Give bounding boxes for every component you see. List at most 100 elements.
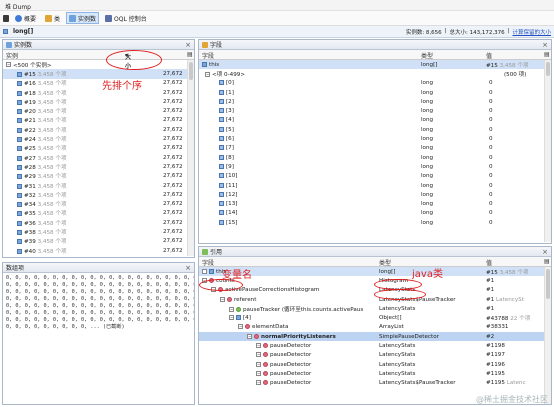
instance-row[interactable]: #202 3,458 个项27,672 [3,255,194,256]
field-row[interactable]: [12] long 0 [199,190,551,199]
field-row-this[interactable]: this long[] #15 3,458 个项 [199,60,551,70]
field-row[interactable]: [14] long 0 [199,209,551,218]
expand-icon[interactable]: − [256,361,261,367]
long-icon [219,89,224,95]
instance-row[interactable]: #24 3,458 个项 27,672 [3,134,194,143]
instance-row[interactable]: #39 3,458 个项 27,672 [3,237,194,246]
scroll-thumb[interactable] [546,62,550,76]
column-chooser-icon[interactable]: ▤ [544,258,550,265]
field-row[interactable]: [5] long 0 [199,125,551,134]
field-row[interactable]: [1] long 0 [199,88,551,97]
instance-row[interactable]: #15 3,458 个项 27,672 [3,69,194,79]
ref-kind-icon [236,315,241,321]
close-icon[interactable]: × [542,248,548,256]
reference-row[interactable]: − pauseDetector LatencyStats$PauseTracker #… [199,379,551,388]
expand-icon[interactable]: − [238,324,243,330]
compute-retained-link[interactable]: 计算保留的大小 [512,28,551,36]
instance-row[interactable]: #25 3,458 个项 27,672 [3,144,194,153]
field-row[interactable]: [7] long 0 [199,144,551,153]
reference-row[interactable]: − pauseTracker (循环至this.counts.activePaus… [199,304,551,313]
instance-row[interactable]: #31 3,458 个项 27,672 [3,181,194,190]
long-icon [219,210,224,216]
instance-row[interactable]: #19 3,458 个项 27,672 [3,97,194,106]
reference-row[interactable]: − pauseDetector LatencyStats #1197 [199,351,551,360]
scroll-thumb[interactable] [546,269,550,299]
instance-row[interactable]: #16 3,458 个项 27,672 [3,79,194,88]
col-value[interactable]: 值 [486,258,492,267]
field-row[interactable]: [4] long 0 [199,116,551,125]
instance-row[interactable]: #40 3,458 个项 27,672 [3,246,194,255]
field-row[interactable]: [2] long 0 [199,97,551,106]
array-icon [17,164,22,170]
instance-row[interactable]: #32 3,458 个项 27,672 [3,190,194,199]
col-value[interactable]: 值 [486,51,492,60]
expand-icon[interactable]: − [256,370,261,376]
expand-icon[interactable]: − [256,380,261,386]
field-row[interactable]: [11] long 0 [199,181,551,190]
expand-icon[interactable]: − [220,296,225,302]
field-row[interactable]: [15] long 0 [199,218,551,227]
instance-row[interactable]: #18 3,458 个项 27,672 [3,88,194,97]
instance-row[interactable]: #36 3,458 个项 27,672 [3,218,194,227]
reference-row[interactable]: − [4] Object[] #43788 22 个项 [199,313,551,322]
instance-row[interactable]: #38 3,458 个项 27,672 [3,227,194,236]
instance-row[interactable]: #28 3,458 个项 27,672 [3,162,194,171]
expand-icon[interactable]: − [247,333,252,339]
instance-row[interactable]: #20 3,458 个项 27,672 [3,106,194,115]
instance-row[interactable]: #21 3,458 个项 27,672 [3,116,194,125]
instance-row[interactable]: #34 3,458 个项 27,672 [3,199,194,208]
reference-row[interactable]: − pauseDetector LatencyStats #1198 [199,341,551,350]
reference-row[interactable]: − normalPriorityListeners SimplePauseDetec… [199,332,551,342]
reference-row[interactable]: − pauseDetector LatencyStats #1195 [199,369,551,378]
instances-group[interactable]: − <500 个实例> [3,60,194,69]
expand-icon[interactable]: − [256,343,261,349]
collapse-icon[interactable]: − [6,62,11,68]
scroll-thumb[interactable] [189,62,193,80]
field-row-items[interactable]: − <项 0-499> (500 项) [199,69,551,78]
reference-row[interactable]: − pauseDetector LatencyStats #1196 [199,360,551,369]
array-icon [17,239,22,245]
instance-row[interactable]: #29 3,458 个项 27,672 [3,172,194,181]
col-field[interactable]: 字段 [202,51,214,60]
expand-icon[interactable] [202,268,207,274]
long-icon [219,126,224,132]
reference-row[interactable]: − elementData ArrayList #38331 [199,323,551,332]
instances-scrollbar[interactable] [187,60,194,256]
instance-row[interactable]: #27 3,458 个项 27,672 [3,153,194,162]
refs-scrollbar[interactable] [544,267,551,404]
collapse-icon[interactable]: − [205,71,210,77]
expand-icon[interactable]: − [229,315,234,321]
column-chooser-icon[interactable]: ▤ [187,51,193,58]
instance-row[interactable]: #22 3,458 个项 27,672 [3,125,194,134]
close-icon[interactable]: × [542,41,548,49]
col-instance[interactable]: 实例 [6,51,18,60]
field-row[interactable]: [0] long 0 [199,79,551,88]
field-row[interactable]: [3] long 0 [199,106,551,115]
field-row[interactable]: [9] long 0 [199,162,551,171]
field-row[interactable]: [6] long 0 [199,134,551,143]
instance-count: 实例数: 8,656 [405,29,442,36]
column-chooser-icon[interactable]: ▤ [544,51,550,58]
instance-row[interactable]: #35 3,458 个项 27,672 [3,209,194,218]
field-row[interactable]: [13] long 0 [199,199,551,208]
long-icon [219,108,224,114]
field-row[interactable]: [10] long 0 [199,172,551,181]
fields-scrollbar[interactable] [544,60,551,242]
col-type[interactable]: 类型 [379,258,391,267]
array-line: 0, 0, 0, 0, 0, 0, 0, 0, 0, 0, 0, 0, 0, 0… [6,303,195,309]
tab-instances[interactable]: 实例数 [66,12,100,24]
tab-classes[interactable]: 类 [42,12,63,24]
fields-panel-title: 字段 [210,42,223,49]
tab-oql-console[interactable]: OQL 控制台 [102,12,150,24]
col-type[interactable]: 类型 [421,51,433,60]
array-icon [17,109,22,115]
tab-summary[interactable]: 概要 [12,12,39,24]
long-icon [219,117,224,123]
col-field[interactable]: 字段 [202,258,214,267]
close-icon[interactable]: × [185,41,191,49]
close-icon[interactable]: × [185,264,191,272]
expand-icon[interactable]: − [256,352,261,358]
field-row[interactable]: [8] long 0 [199,153,551,162]
back-icon[interactable] [3,14,9,22]
expand-icon[interactable]: − [229,306,234,312]
